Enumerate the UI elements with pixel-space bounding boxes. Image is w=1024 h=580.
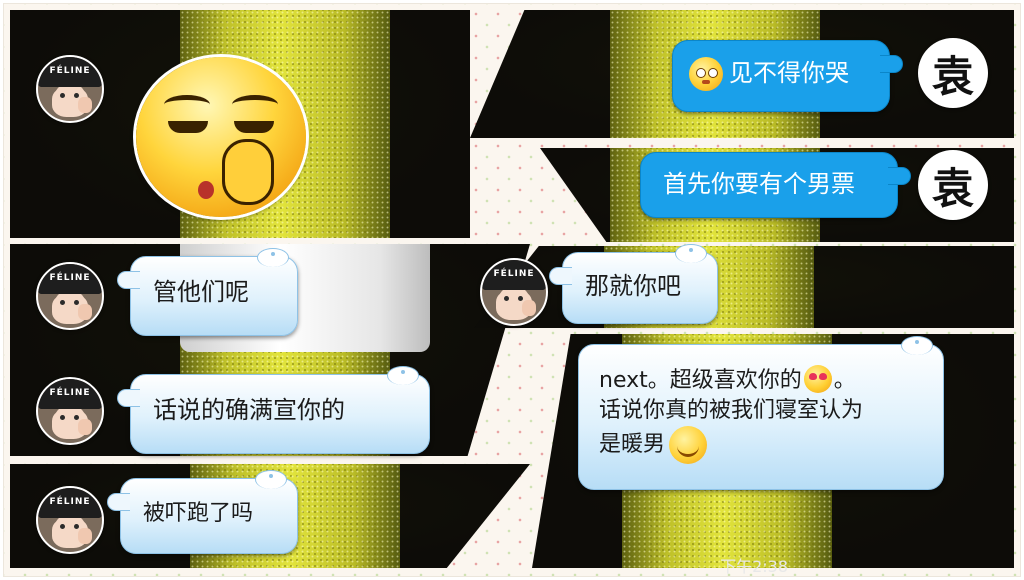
message-bubble-incoming[interactable]: 管他们呢 <box>117 248 298 336</box>
message-time: 下午2:38 <box>720 557 788 576</box>
avatar-friend[interactable]: FÉLINE <box>36 486 104 554</box>
avatar-friend[interactable]: FÉLINE <box>36 55 104 123</box>
message-bubble-incoming[interactable]: 话说的确满宣你的 <box>117 366 430 454</box>
message-bubble-outgoing[interactable]: 首先你要有个男票 <box>640 152 911 218</box>
smile-emoji <box>669 426 708 464</box>
message-bubble-incoming[interactable]: next。超级喜欢你的。 话说你真的被我们寝室认为 是暖男 <box>578 336 944 490</box>
panel-right-row3 <box>474 246 1014 328</box>
message-bubble-incoming[interactable]: 被吓跑了吗 <box>107 470 298 554</box>
avatar-friend[interactable]: FÉLINE <box>36 262 104 330</box>
avatar-friend[interactable]: FÉLINE <box>36 377 104 445</box>
avatar-self[interactable]: 袁 <box>918 150 988 220</box>
avatar-friend[interactable]: FÉLINE <box>480 258 548 326</box>
heart-eyes-emoji <box>803 365 832 393</box>
avatar-self[interactable]: 袁 <box>918 38 988 108</box>
message-bubble-incoming[interactable]: 那就你吧 <box>549 244 718 324</box>
angry-face-emoji <box>689 57 723 91</box>
sleepy-pick-nose-emoji <box>136 57 306 217</box>
message-bubble-outgoing[interactable]: 见不得你哭 <box>672 40 903 112</box>
